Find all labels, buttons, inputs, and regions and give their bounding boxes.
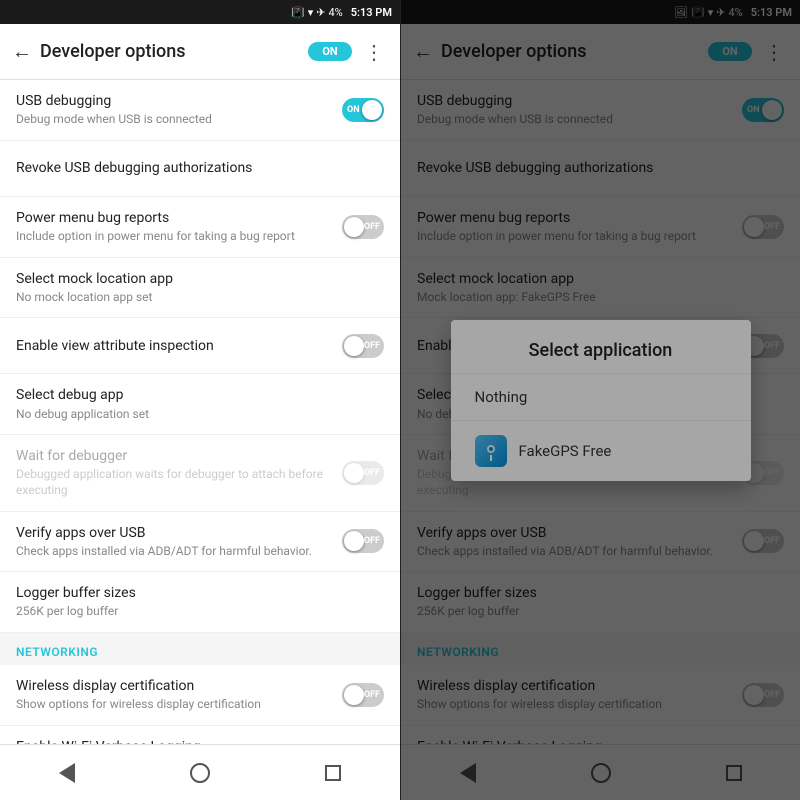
modal-item-nothing[interactable]: Nothing	[451, 373, 751, 420]
setting-wifi-verbose-left[interactable]: Enable Wi-Fi Verbose Logging Increase Wi…	[0, 726, 400, 744]
home-nav-icon	[190, 763, 210, 783]
setting-title: Wireless display certification	[16, 677, 334, 695]
setting-title: Select mock location app	[16, 270, 384, 288]
airplane-icon: ✈	[316, 6, 325, 19]
setting-subtitle: No mock location app set	[16, 290, 384, 306]
setting-wireless-display-left[interactable]: Wireless display certification Show opti…	[0, 665, 400, 726]
networking-section-header-left: NETWORKING	[0, 633, 400, 665]
toggle-label: OFF	[364, 468, 380, 478]
setting-title: Enable view attribute inspection	[16, 337, 334, 355]
toggle-label: ON	[347, 105, 360, 115]
setting-mock-location-left[interactable]: Select mock location app No mock locatio…	[0, 258, 400, 319]
setting-title: Verify apps over USB	[16, 524, 334, 542]
setting-title: Wait for debugger	[16, 447, 334, 465]
toggle-usb-debugging-left[interactable]: ON	[342, 98, 384, 122]
setting-subtitle: No debug application set	[16, 407, 384, 423]
modal-item-fakegps-label: FakeGPS Free	[519, 442, 612, 460]
nav-recents-left[interactable]	[309, 749, 357, 797]
toggle-power-menu-left[interactable]: OFF	[342, 215, 384, 239]
master-toggle-left[interactable]: ON	[308, 42, 352, 61]
toggle-label: OFF	[364, 341, 380, 351]
setting-subtitle: Show options for wireless display certif…	[16, 697, 334, 713]
setting-subtitle: Check apps installed via ADB/ADT for har…	[16, 544, 334, 560]
more-button-left[interactable]: ⋮	[360, 36, 388, 68]
modal-item-nothing-label: Nothing	[475, 388, 528, 406]
vibrate-icon: 📳	[291, 6, 305, 19]
setting-title: USB debugging	[16, 92, 334, 110]
right-panel: 🖼 📳 ▾ ✈ 4% 5:13 PM ← Developer options O…	[400, 0, 800, 800]
toggle-verify-apps-left[interactable]: OFF	[342, 529, 384, 553]
back-nav-icon	[59, 763, 75, 783]
modal-overlay[interactable]: Select application Nothing FakeGPS Free	[401, 0, 800, 800]
toggle-label: OFF	[364, 536, 380, 546]
toggle-label: OFF	[364, 690, 380, 700]
setting-logger-buffer-left[interactable]: Logger buffer sizes 256K per log buffer	[0, 572, 400, 633]
toggle-knob	[344, 685, 364, 705]
setting-wait-debugger-left: Wait for debugger Debugged application w…	[0, 435, 400, 511]
modal-item-fakegps[interactable]: FakeGPS Free	[451, 420, 751, 481]
modal-title: Select application	[451, 320, 751, 373]
page-title-left: Developer options	[40, 41, 300, 62]
toggle-wait-debugger-left: OFF	[342, 461, 384, 485]
toggle-knob	[344, 463, 364, 483]
setting-debug-app-left[interactable]: Select debug app No debug application se…	[0, 374, 400, 435]
setting-title: Logger buffer sizes	[16, 584, 384, 602]
time-left: 5:13 PM	[351, 6, 392, 19]
gps-icon	[481, 441, 501, 461]
toggle-knob	[362, 100, 382, 120]
toggle-knob	[344, 336, 364, 356]
setting-title: Power menu bug reports	[16, 209, 334, 227]
nav-back-left[interactable]	[43, 749, 91, 797]
back-button-left[interactable]: ←	[12, 39, 32, 64]
nav-home-left[interactable]	[176, 749, 224, 797]
setting-view-attribute-left[interactable]: Enable view attribute inspection OFF	[0, 318, 400, 374]
toggle-knob	[344, 531, 364, 551]
settings-content-left: USB debugging Debug mode when USB is con…	[0, 80, 400, 744]
setting-revoke-usb-left[interactable]: Revoke USB debugging authorizations	[0, 141, 400, 197]
toggle-knob	[344, 217, 364, 237]
toggle-label: OFF	[364, 222, 380, 232]
setting-verify-apps-left[interactable]: Verify apps over USB Check apps installe…	[0, 512, 400, 573]
setting-subtitle: Debugged application waits for debugger …	[16, 467, 334, 498]
recents-nav-icon	[325, 765, 341, 781]
setting-subtitle: 256K per log buffer	[16, 604, 384, 620]
wifi-icon: ▾	[308, 6, 314, 19]
setting-subtitle: Include option in power menu for taking …	[16, 229, 334, 245]
setting-subtitle: Debug mode when USB is connected	[16, 112, 334, 128]
toggle-wireless-display-left[interactable]: OFF	[342, 683, 384, 707]
setting-title: Select debug app	[16, 386, 384, 404]
top-bar-left: ← Developer options ON ⋮	[0, 24, 400, 80]
select-application-modal: Select application Nothing FakeGPS Free	[451, 320, 751, 481]
status-bar-left: 📳 ▾ ✈ 4% 5:13 PM	[0, 0, 400, 24]
status-icons-left: 📳 ▾ ✈ 4%	[291, 6, 343, 19]
left-panel: 📳 ▾ ✈ 4% 5:13 PM ← Developer options ON …	[0, 0, 400, 800]
bottom-nav-left	[0, 744, 400, 800]
setting-usb-debugging-left[interactable]: USB debugging Debug mode when USB is con…	[0, 80, 400, 141]
setting-power-menu-left[interactable]: Power menu bug reports Include option in…	[0, 197, 400, 258]
fakegps-app-icon	[475, 435, 507, 467]
battery-text: 4%	[328, 6, 342, 19]
toggle-view-attribute-left[interactable]: OFF	[342, 334, 384, 358]
setting-title: Revoke USB debugging authorizations	[16, 159, 384, 177]
